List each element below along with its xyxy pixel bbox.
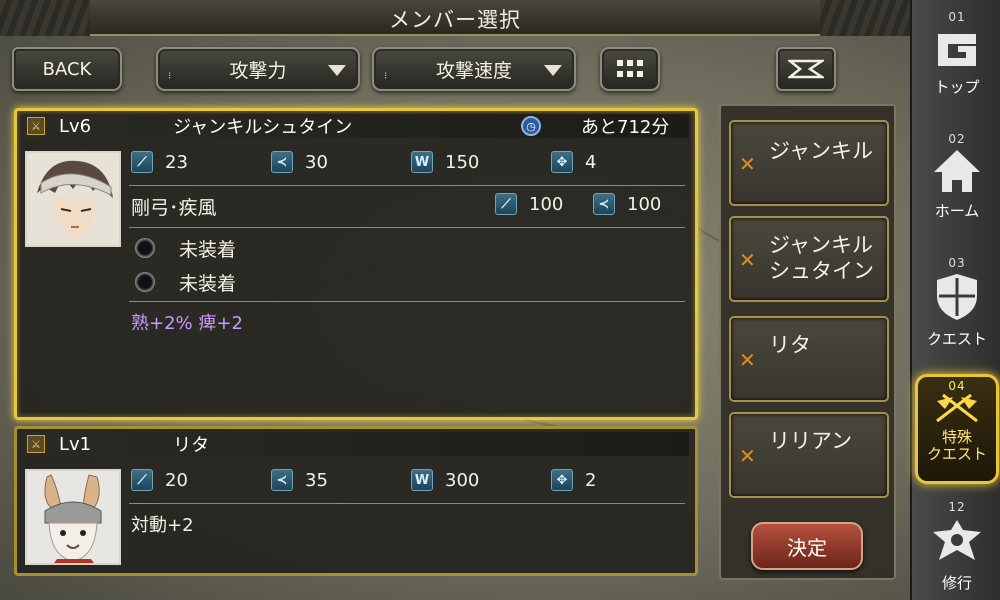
g-logo-icon <box>938 34 976 66</box>
equip-slot-2-radio[interactable] <box>135 272 155 292</box>
divider <box>129 227 685 228</box>
sword-icon: ⟋ <box>495 193 517 215</box>
divider <box>129 503 685 504</box>
dots-icon: ⁝ <box>384 71 389 82</box>
nav-item-special-quest[interactable]: 04 特殊 クエスト <box>915 374 999 484</box>
sword-icon: ⟋ <box>131 469 153 491</box>
remove-icon[interactable]: ✕ <box>739 248 756 272</box>
unit-portrait <box>25 151 121 247</box>
filter-icon <box>788 59 824 79</box>
party-slot-name: リタ <box>769 333 811 357</box>
sort-primary-dropdown[interactable]: ⁝ 攻撃力 <box>156 47 360 91</box>
party-slot-4[interactable]: ✕ リリアン <box>729 412 889 498</box>
crossed-flags-icon <box>936 393 978 423</box>
side-nav: 01 トップ 02 ホーム 03 クエスト 04 特殊 クエスト 12 修行 <box>910 0 1000 600</box>
double-wing-icon: W <box>411 151 433 173</box>
party-slot-name: ジャンキル シュタイン <box>769 233 874 283</box>
header-bar: メンバー選択 <box>0 0 910 36</box>
double-wing-icon: W <box>411 469 433 491</box>
confirm-button-label: 決定 <box>787 535 827 560</box>
skill-stat-attack: ⟋ 100 <box>495 193 563 215</box>
unit-timer: あと712分 <box>581 117 670 138</box>
party-slot-1[interactable]: ✕ ジャンキル <box>729 120 889 206</box>
equip-slot-1: 未装着 <box>179 239 237 261</box>
stat-attack: ⟋ 20 <box>131 469 188 491</box>
confirm-button[interactable]: 決定 <box>751 522 863 570</box>
page-title: メンバー選択 <box>389 8 521 32</box>
remove-icon[interactable]: ✕ <box>739 444 756 468</box>
party-panel: ✕ ジャンキル ✕ ジャンキル シュタイン ✕ リタ ✕ リリアン 決定 <box>719 104 896 580</box>
stat-defense: ✥ 4 <box>551 151 596 173</box>
equip-slot-1-radio[interactable] <box>135 238 155 258</box>
unit-portrait <box>25 469 121 565</box>
unit-level: Lv6 <box>59 115 92 137</box>
remove-icon[interactable]: ✕ <box>739 348 756 372</box>
unit-name: ジャンキルシュタイン <box>173 117 353 138</box>
unit-card-header: ⚔ Lv6 ジャンキルシュタイン ◷ あと712分 <box>23 114 689 138</box>
sort-secondary-dropdown[interactable]: ⁝ 攻撃速度 <box>372 47 576 91</box>
wing-icon: ≺ <box>271 469 293 491</box>
house-icon <box>934 150 980 192</box>
nav-item-training[interactable]: 12 修行 <box>912 500 1000 593</box>
sort-secondary-label: 攻撃速度 <box>435 59 512 82</box>
party-slot-3[interactable]: ✕ リタ <box>729 316 889 402</box>
chevron-down-icon <box>544 65 562 76</box>
unit-name: リタ <box>173 435 210 456</box>
divider <box>129 301 685 302</box>
shield-icon <box>937 274 977 320</box>
chevron-down-icon <box>328 65 346 76</box>
clock-icon: ◷ <box>521 116 541 136</box>
wing-icon: ≺ <box>593 193 615 215</box>
nav-item-top[interactable]: 01 トップ <box>912 10 1000 97</box>
stat-defense: ✥ 2 <box>551 469 596 491</box>
sword-icon: ⟋ <box>131 151 153 173</box>
unit-level: Lv1 <box>59 433 92 455</box>
stat-attack: ⟋ 23 <box>131 151 188 173</box>
back-button[interactable]: BACK <box>12 47 122 91</box>
skill-stat-speed: ≺ 100 <box>593 193 661 215</box>
sort-primary-label: 攻撃力 <box>229 59 287 82</box>
stat-speed: ≺ 35 <box>271 469 328 491</box>
divider <box>129 185 685 186</box>
party-slot-name: ジャンキル <box>769 139 873 163</box>
stat-hp: W 300 <box>411 469 479 491</box>
unit-card-header: ⚔ Lv1 リタ <box>23 432 689 456</box>
wing-icon: ≺ <box>271 151 293 173</box>
grid-view-button[interactable] <box>600 47 660 91</box>
class-icon: ⚔ <box>27 435 45 453</box>
back-button-label: BACK <box>42 58 92 80</box>
unit-card-selected[interactable]: ⚔ Lv6 ジャンキルシュタイン ◷ あと712分 ⟋ 23 ≺ 30 W 150 ✥… <box>14 108 698 420</box>
emblem-icon <box>933 520 981 560</box>
unit-traits: 対動+2 <box>131 515 194 536</box>
grid-icon <box>617 60 643 77</box>
party-slot-2[interactable]: ✕ ジャンキル シュタイン <box>729 216 889 302</box>
skill-name: 剛弓･疾風 <box>131 197 217 219</box>
nav-item-quest[interactable]: 03 クエスト <box>912 256 1000 349</box>
party-slot-name: リリアン <box>769 429 853 453</box>
equip-slot-2: 未装着 <box>179 273 237 295</box>
stat-speed: ≺ 30 <box>271 151 328 173</box>
gear-icon: ✥ <box>551 469 573 491</box>
dots-icon: ⁝ <box>168 71 173 82</box>
stat-hp: W 150 <box>411 151 479 173</box>
nav-item-home[interactable]: 02 ホーム <box>912 132 1000 221</box>
unit-traits: 熟+2% 痺+2 <box>131 313 243 334</box>
filter-button[interactable] <box>776 47 836 91</box>
gear-icon: ✥ <box>551 151 573 173</box>
remove-icon[interactable]: ✕ <box>739 152 756 176</box>
unit-card[interactable]: ⚔ Lv1 リタ ⟋ 20 ≺ 35 W 300 ✥ 2 対動+2 <box>14 426 698 576</box>
class-icon: ⚔ <box>27 117 45 135</box>
